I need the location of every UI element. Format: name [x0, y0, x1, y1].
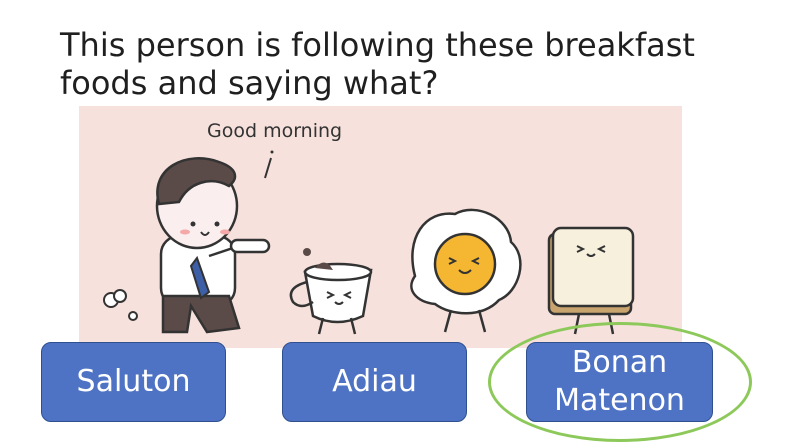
cartoon-scene: [103, 150, 635, 335]
answer-label: Adiau: [332, 364, 417, 399]
answer-label-line2: Matenon: [554, 383, 685, 418]
answer-label: Saluton: [76, 364, 191, 399]
breakfast-illustration: Good morning: [79, 106, 682, 348]
answer-button-bonan-matenon[interactable]: Bonan Matenon: [526, 342, 713, 422]
question-text: This person is following these breakfast…: [60, 26, 695, 102]
toast-figure: [547, 226, 635, 335]
answer-button-adiau[interactable]: Adiau: [282, 342, 467, 422]
coffee-cup-figure: [289, 248, 373, 335]
answer-button-saluton[interactable]: Saluton: [41, 342, 226, 422]
man-figure: [155, 157, 271, 334]
fried-egg-figure: [410, 208, 522, 333]
speech-text: Good morning: [207, 120, 343, 142]
answer-label-line1: Bonan: [571, 345, 668, 380]
